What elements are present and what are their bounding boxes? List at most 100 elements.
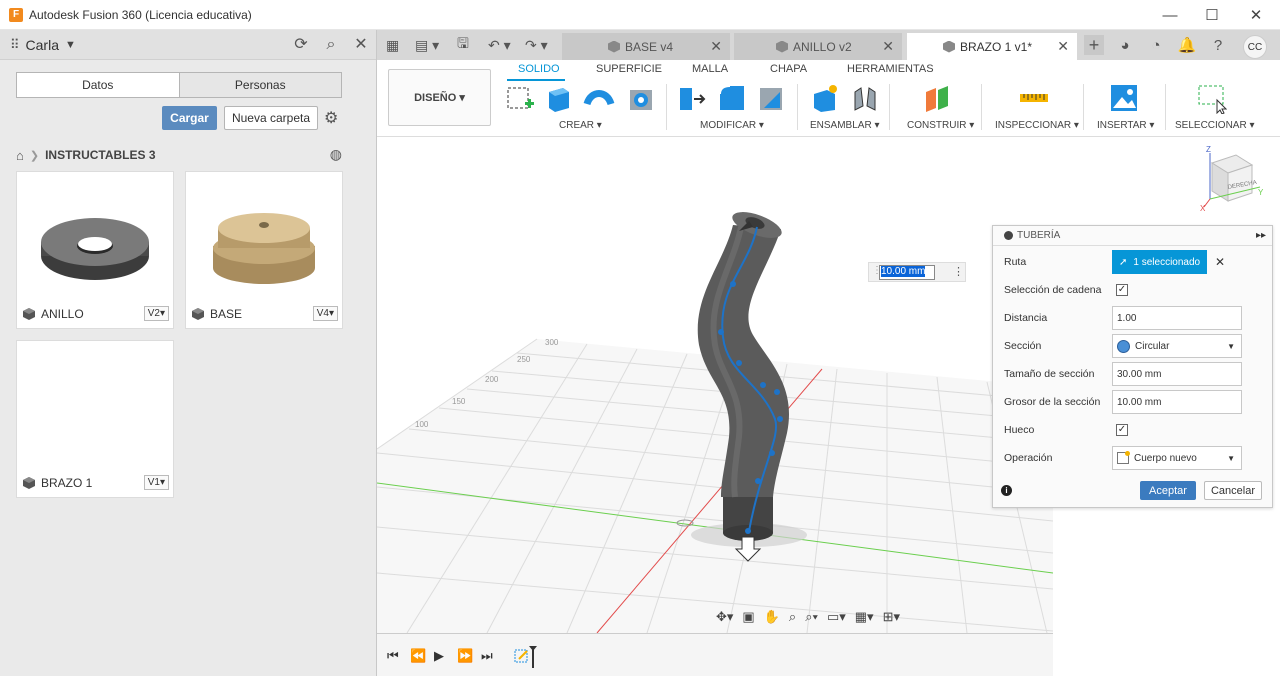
upload-button[interactable]: Cargar	[162, 106, 217, 130]
job-status-icon[interactable]: ◔	[1146, 35, 1166, 55]
step-forward-icon[interactable]: ⏩	[457, 648, 473, 664]
workspace-switcher[interactable]: DISEÑO ▾	[388, 69, 491, 126]
tab-label: BRAZO 1 v1*	[960, 39, 1033, 54]
home-icon[interactable]: ⌂	[16, 148, 24, 163]
grid-settings-icon[interactable]: ▦▾	[855, 609, 874, 625]
cancel-button[interactable]: Cancelar	[1204, 481, 1262, 500]
tab-datos[interactable]: Datos	[17, 73, 179, 97]
tab-solido[interactable]: SOLIDO	[518, 63, 560, 75]
distance-field[interactable]: 1.00	[1112, 306, 1242, 330]
insertar-group-label[interactable]: INSERTAR ▾	[1097, 120, 1154, 131]
sweep-icon[interactable]	[583, 82, 615, 114]
viewports-icon[interactable]: ⊞▾	[883, 609, 900, 625]
ensamblar-group-label[interactable]: ENSAMBLAR ▾	[810, 120, 879, 131]
create-sketch-icon[interactable]	[505, 82, 537, 114]
tab-chapa[interactable]: CHAPA	[770, 63, 807, 75]
tab-malla[interactable]: MALLA	[692, 63, 728, 75]
zoom-icon[interactable]: ⌕	[789, 609, 796, 625]
minimize-button[interactable]: —	[1148, 0, 1192, 30]
orbit-icon[interactable]: ✥▾	[716, 609, 733, 625]
extrude-icon[interactable]	[543, 82, 575, 114]
insert-image-icon[interactable]	[1108, 82, 1140, 114]
search-icon[interactable]: ⌕	[322, 36, 340, 54]
close-tab-icon[interactable]: ✕	[882, 38, 894, 55]
path-selection-button[interactable]: ➚ 1 seleccionado	[1112, 250, 1207, 274]
redo-icon[interactable]: ↷ ▾	[525, 36, 548, 54]
pipe-icon[interactable]	[625, 82, 657, 114]
3d-viewport[interactable]: 300 250 200 150 100	[377, 137, 1053, 633]
help-icon[interactable]: ?	[1208, 35, 1228, 55]
chamfer-icon[interactable]	[756, 82, 788, 114]
section-size-field[interactable]: 30.00 mm	[1112, 362, 1242, 386]
construir-group-label[interactable]: CONSTRUIR ▾	[907, 120, 974, 131]
file-card-anillo[interactable]: ANILLO V2▾	[16, 171, 174, 329]
crear-group-label[interactable]: CREAR ▾	[559, 120, 602, 131]
file-card-brazo[interactable]: BRAZO 1 V1▾	[16, 340, 174, 498]
fit-icon[interactable]: ⌕▾	[805, 609, 818, 625]
apps-grid-icon[interactable]: ⠿	[10, 37, 20, 53]
user-name[interactable]: Carla	[26, 37, 59, 53]
new-folder-button[interactable]: Nueva carpeta	[224, 106, 318, 130]
dimension-input[interactable]: 10.00 mm	[879, 265, 935, 280]
grid-menu-icon[interactable]: ▦	[386, 36, 399, 54]
collapse-icon[interactable]	[1004, 231, 1013, 240]
undo-icon[interactable]: ↶ ▾	[488, 36, 511, 54]
joint-icon[interactable]	[849, 82, 881, 114]
maximize-button[interactable]: ☐	[1190, 0, 1234, 30]
close-tab-icon[interactable]: ✕	[710, 38, 722, 55]
version-badge[interactable]: V2▾	[143, 306, 169, 321]
viewcube[interactable]: DERECHA Z Y X	[1198, 143, 1268, 213]
tab-anillo[interactable]: ANILLO v2 ✕	[734, 33, 902, 60]
file-card-base[interactable]: BASE V4▾	[185, 171, 343, 329]
close-window-button[interactable]: ✕	[1234, 0, 1278, 30]
save-icon[interactable]: 🖫	[457, 35, 469, 54]
tab-brazo[interactable]: BRAZO 1 v1* ✕	[907, 33, 1077, 60]
select-window-icon[interactable]	[1195, 82, 1227, 114]
file-menu-icon[interactable]: ▤ ▾	[415, 36, 439, 54]
chevron-down-icon[interactable]: ▼	[65, 39, 76, 51]
offset-plane-icon[interactable]	[922, 82, 954, 114]
seleccionar-group-label[interactable]: SELECCIONAR ▾	[1175, 120, 1254, 131]
extensions-icon[interactable]: ◕	[1115, 35, 1135, 55]
globe-icon[interactable]: ◍	[330, 146, 342, 163]
go-to-end-icon[interactable]: ⏭	[481, 648, 493, 664]
fillet-icon[interactable]	[716, 82, 748, 114]
play-icon[interactable]: ▶	[434, 648, 444, 664]
version-badge[interactable]: V4▾	[312, 306, 338, 321]
look-at-icon[interactable]: ▣	[742, 609, 754, 625]
new-tab-icon[interactable]: +	[1084, 35, 1104, 55]
sketch-timeline-icon[interactable]	[513, 644, 541, 670]
measure-icon[interactable]	[1018, 82, 1050, 114]
clear-selection-icon[interactable]: ✕	[1215, 255, 1225, 269]
expand-dialog-icon[interactable]: ▸▸	[1256, 230, 1266, 241]
avatar[interactable]: CC	[1243, 35, 1267, 59]
chain-selection-checkbox[interactable]: ✓	[1116, 284, 1128, 296]
inspeccionar-group-label[interactable]: INSPECCIONAR ▾	[995, 120, 1079, 131]
tab-superficie[interactable]: SUPERFICIE	[596, 63, 662, 75]
version-badge[interactable]: V1▾	[143, 475, 169, 490]
tab-personas[interactable]: Personas	[178, 73, 341, 97]
operation-dropdown[interactable]: Cuerpo nuevo ▼	[1112, 446, 1242, 470]
section-thickness-field[interactable]: 10.00 mm	[1112, 390, 1242, 414]
model-canvas[interactable]: 300 250 200 150 100	[377, 137, 1053, 633]
refresh-icon[interactable]: ⟳	[292, 36, 310, 54]
notifications-icon[interactable]: 🔔	[1177, 35, 1197, 55]
tab-base[interactable]: BASE v4 ✕	[562, 33, 730, 60]
more-options-icon[interactable]: ⋮	[953, 265, 964, 278]
new-component-icon[interactable]	[809, 82, 841, 114]
info-icon[interactable]: i	[1001, 485, 1012, 496]
section-dropdown[interactable]: Circular ▼	[1112, 334, 1242, 358]
press-pull-icon[interactable]	[676, 82, 708, 114]
gear-icon[interactable]: ⚙	[324, 108, 338, 128]
modificar-group-label[interactable]: MODIFICAR ▾	[700, 120, 764, 131]
close-tab-icon[interactable]: ✕	[1057, 38, 1069, 55]
pan-icon[interactable]: ✋	[764, 609, 780, 625]
hollow-checkbox[interactable]: ✓	[1116, 424, 1128, 436]
step-back-icon[interactable]: ⏪	[410, 648, 426, 664]
accept-button[interactable]: Aceptar	[1140, 481, 1196, 500]
close-panel-icon[interactable]: ✕	[352, 36, 370, 54]
go-to-start-icon[interactable]: ⏮	[387, 648, 399, 664]
display-settings-icon[interactable]: ▭▾	[827, 609, 846, 625]
tab-herramientas[interactable]: HERRAMIENTAS	[847, 63, 934, 75]
breadcrumb-folder[interactable]: INSTRUCTABLES 3	[45, 148, 155, 162]
